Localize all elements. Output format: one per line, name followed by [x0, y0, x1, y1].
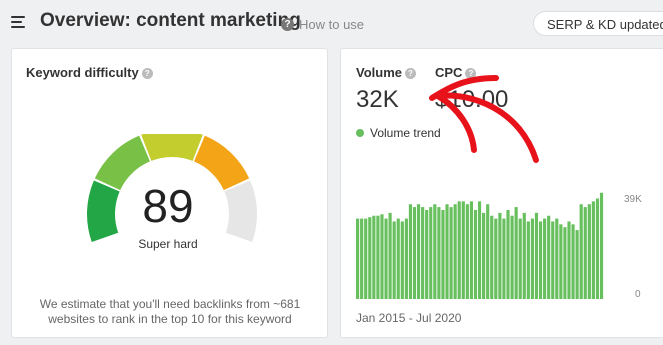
volume-title-label: Volume — [356, 65, 402, 80]
trend-bar — [429, 207, 433, 299]
trend-bar — [587, 204, 591, 299]
trend-bar — [461, 201, 465, 299]
legend-dot-icon — [356, 129, 364, 137]
trend-bar — [530, 218, 534, 299]
trend-bar — [425, 209, 429, 299]
trend-bar — [421, 207, 425, 299]
trend-bar — [368, 217, 372, 299]
trend-bar — [408, 204, 413, 299]
trend-bar — [543, 218, 547, 299]
trend-bar — [380, 214, 384, 299]
trend-bar — [522, 212, 526, 299]
trend-bar — [518, 218, 522, 299]
trend-bar — [416, 204, 421, 299]
how-to-use-link[interactable]: ? How to use — [281, 16, 364, 32]
volume-trend-legend: Volume trend — [356, 126, 441, 140]
trend-bar — [404, 218, 408, 299]
trend-bar — [583, 207, 587, 299]
trend-bar — [591, 201, 595, 299]
kd-score: 89 — [142, 180, 194, 232]
trend-bar — [384, 218, 388, 299]
trend-bar — [579, 204, 583, 299]
trend-bar — [400, 221, 404, 299]
volume-help-icon[interactable]: ? — [405, 68, 416, 79]
trend-bar — [376, 215, 380, 299]
trend-bar — [441, 209, 445, 299]
serp-kd-updated-button[interactable]: SERP & KD updated — [533, 11, 663, 36]
trend-bar — [538, 221, 543, 299]
trend-bar — [595, 198, 600, 299]
trend-bar — [482, 212, 486, 299]
trend-bar — [526, 221, 530, 299]
volume-trend-label: Volume trend — [370, 126, 441, 140]
trend-bar — [563, 227, 567, 299]
trend-bar — [551, 221, 555, 299]
trend-bar — [502, 218, 506, 299]
trend-bar — [388, 212, 392, 299]
trend-bar — [506, 209, 510, 299]
page-title: Overview: content marketing — [40, 10, 301, 31]
kd-help-icon[interactable]: ? — [141, 68, 153, 79]
trend-bar — [392, 221, 396, 299]
trend-bar — [547, 215, 551, 299]
kd-title-label: Keyword difficulty — [26, 65, 139, 80]
trend-bar — [494, 218, 498, 299]
trend-bar — [453, 204, 457, 299]
y-tick-min: 0 — [635, 289, 641, 300]
trend-bar — [445, 204, 449, 299]
trend-bar — [571, 224, 575, 299]
trend-bar — [555, 218, 559, 299]
keyword-difficulty-card: Keyword difficulty? 89 Super hard We est… — [11, 48, 328, 338]
trend-bar — [514, 207, 518, 299]
how-to-use-label: How to use — [299, 17, 365, 33]
trend-bar — [599, 192, 604, 299]
question-circle-icon: ? — [281, 18, 294, 32]
trend-bar — [356, 218, 360, 299]
menu-icon[interactable] — [11, 16, 25, 28]
trend-bar — [559, 224, 563, 299]
trend-bar — [360, 218, 364, 299]
trend-bar — [364, 218, 368, 299]
trend-bar — [396, 218, 400, 299]
kd-title: Keyword difficulty? — [26, 65, 153, 80]
header: Overview: content marketing ? How to use … — [0, 0, 663, 45]
gauge-segment — [141, 134, 203, 161]
volume-card: Volume? CPC? 32K $10.00 Volume trend 39K… — [340, 48, 663, 338]
cpc-value: $10.00 — [435, 86, 509, 113]
trend-bar — [437, 207, 441, 299]
trend-bar — [433, 204, 437, 299]
trend-bar — [477, 201, 482, 299]
trend-bar — [473, 209, 478, 299]
trend-bar — [567, 221, 571, 299]
trend-bar — [486, 204, 490, 299]
cpc-title: CPC? — [435, 65, 477, 80]
cpc-help-icon[interactable]: ? — [465, 68, 477, 79]
trend-bar — [372, 215, 376, 299]
kd-backlinks-note: We estimate that you'll need backlinks f… — [39, 297, 301, 326]
cpc-title-label: CPC — [435, 65, 463, 80]
trend-bar — [534, 212, 539, 299]
trend-bar — [449, 207, 453, 299]
trend-bar — [498, 212, 502, 299]
trend-bar — [469, 201, 474, 299]
volume-title: Volume? — [356, 65, 416, 80]
volume-value: 32K — [356, 86, 399, 113]
trend-bar — [457, 201, 461, 299]
trend-bar — [465, 204, 469, 299]
trend-bar — [510, 215, 514, 299]
gauge-segment — [224, 180, 257, 243]
date-range-label: Jan 2015 - Jul 2020 — [356, 311, 462, 325]
trend-bar — [575, 230, 579, 299]
volume-trend-chart — [356, 192, 604, 299]
y-tick-max: 39K — [624, 194, 642, 205]
trend-bar — [412, 207, 417, 299]
trend-bar — [490, 215, 494, 299]
kd-difficulty-label: Super hard — [138, 237, 198, 251]
